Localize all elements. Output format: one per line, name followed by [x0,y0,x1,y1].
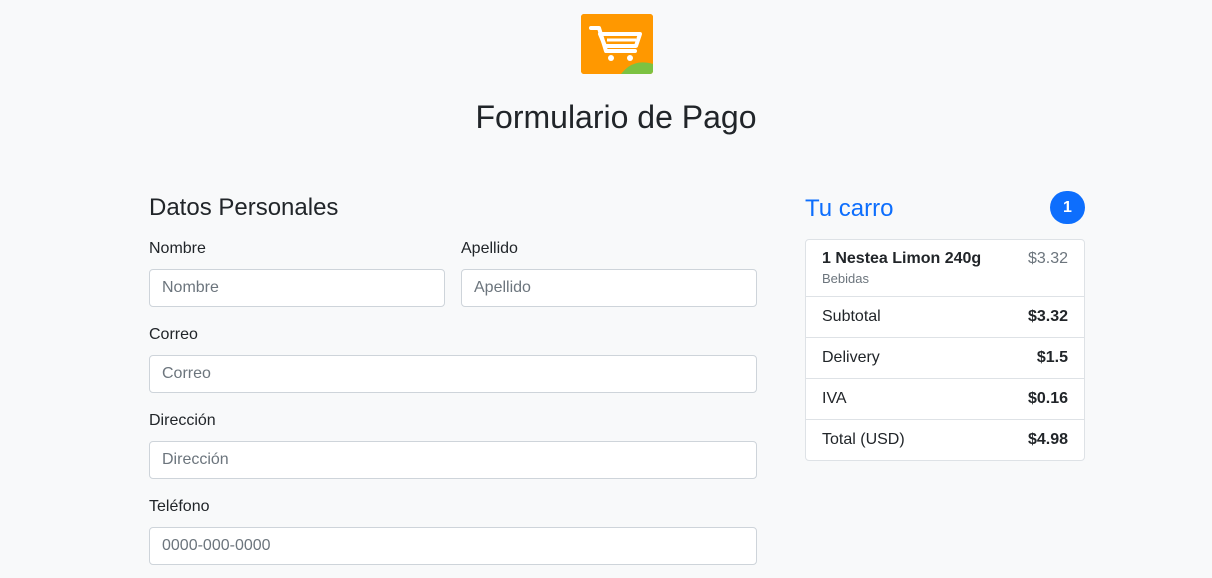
subtotal-row: Subtotal $3.32 [806,296,1084,337]
cart-list: 1 Nestea Limon 240g Bebidas $3.32 Subtot… [805,239,1085,461]
apellido-label: Apellido [461,240,518,257]
subtotal-label: Subtotal [822,308,881,325]
cart-title: Tu carro [805,195,894,222]
direccion-label: Dirección [149,412,216,429]
delivery-value: $1.5 [1036,349,1068,366]
subtotal-value: $3.32 [1027,308,1068,325]
cart-count-badge: 1 [1050,191,1085,224]
page-title: Formulario de Pago [475,99,757,135]
iva-value: $0.16 [1027,390,1068,407]
delivery-row: Delivery $1.5 [806,337,1084,378]
telefono-input[interactable] [149,527,757,565]
cart-item-name: 1 Nestea Limon 240g [822,250,982,267]
nombre-label: Nombre [149,240,206,257]
shopping-cart-icon [581,14,653,74]
cart-item-category: Bebidas [822,271,869,286]
total-row: Total (USD) $4.98 [806,419,1084,460]
store-logo [581,14,653,74]
telefono-label: Teléfono [149,498,210,515]
direccion-input[interactable] [149,441,757,479]
cart-item: 1 Nestea Limon 240g Bebidas $3.32 [806,240,1084,296]
correo-label: Correo [149,326,198,343]
correo-input[interactable] [149,355,757,393]
apellido-input[interactable] [461,269,757,307]
delivery-label: Delivery [822,349,880,366]
total-label: Total (USD) [822,431,905,448]
total-value: $4.98 [1027,431,1068,448]
personal-data-heading: Datos Personales [149,194,339,221]
iva-label: IVA [822,390,847,407]
nombre-input[interactable] [149,269,445,307]
cart-item-price: $3.32 [1027,250,1068,267]
iva-row: IVA $0.16 [806,378,1084,419]
